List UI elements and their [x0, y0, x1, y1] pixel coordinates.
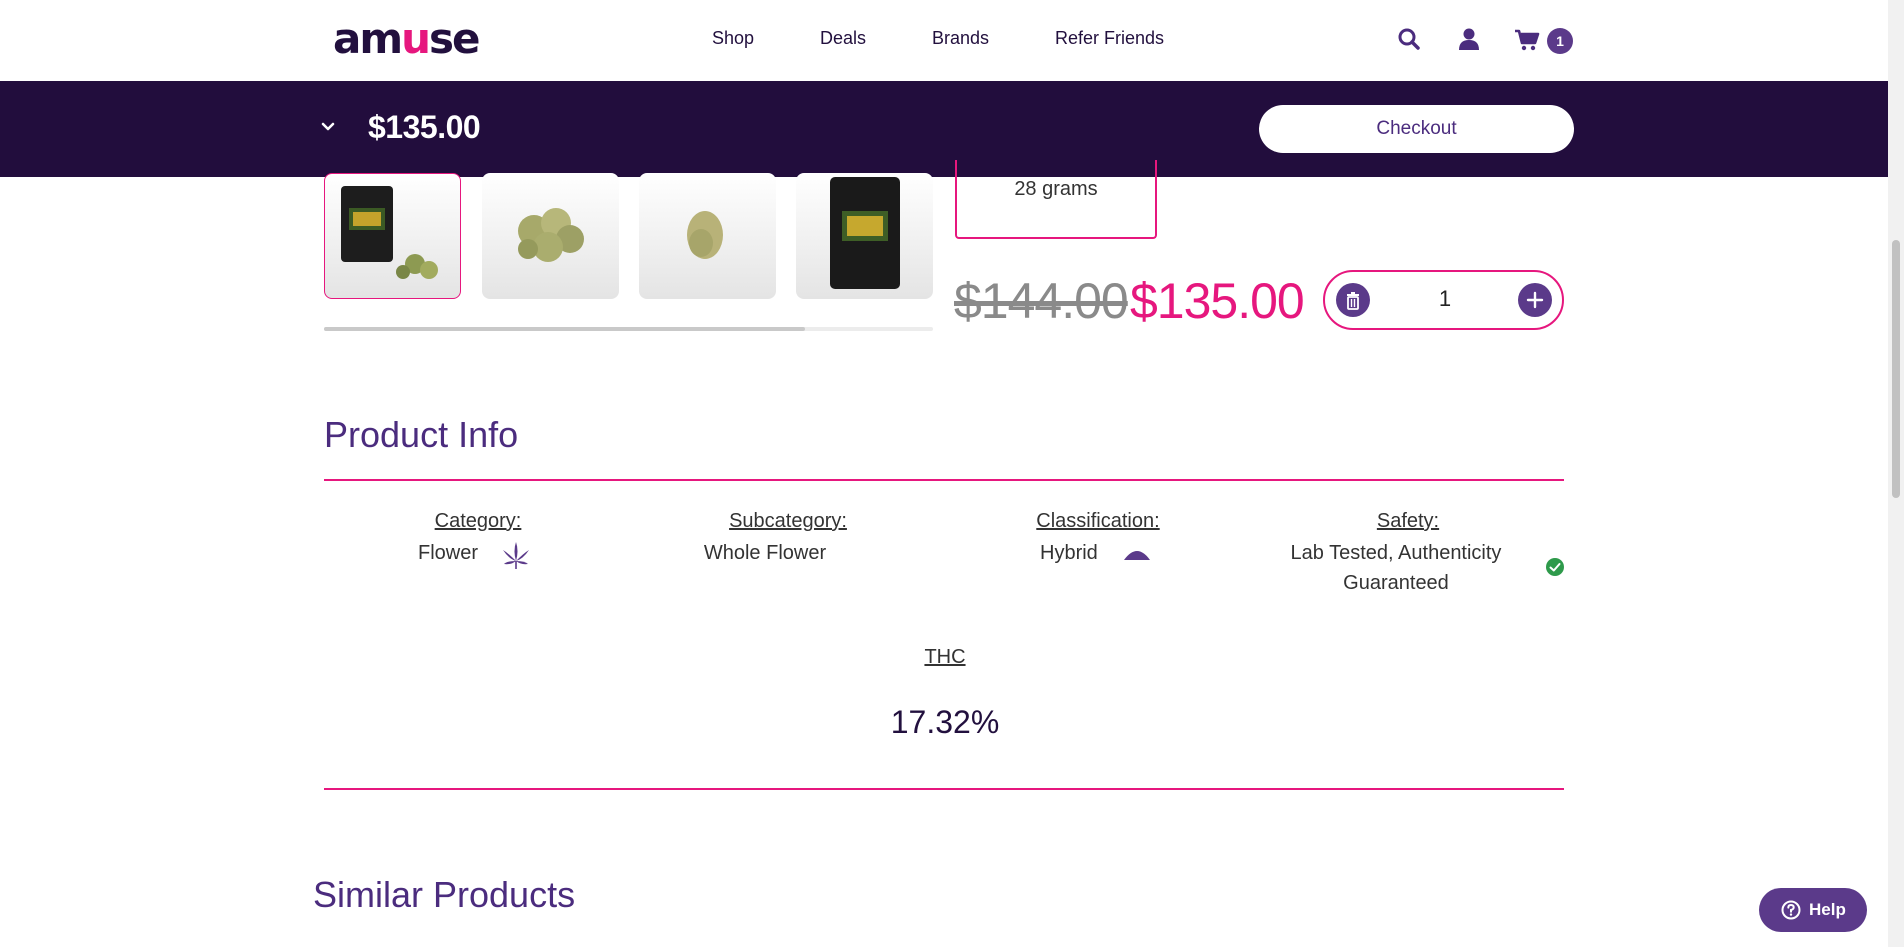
page-scrollbar-thumb[interactable]: [1892, 240, 1900, 498]
logo-text-2: u: [401, 14, 431, 63]
classification-label: Classification:: [1036, 510, 1160, 532]
product-info-divider-bottom: [324, 788, 1564, 790]
safety-value-line-2: Guaranteed: [1343, 572, 1449, 594]
nav-shop[interactable]: Shop: [712, 28, 754, 49]
subcategory-label: Subcategory:: [729, 510, 847, 532]
category-value: Flower: [418, 542, 479, 564]
cart-count-badge[interactable]: 1: [1547, 28, 1573, 54]
logo-text-3: se: [429, 14, 481, 63]
help-button[interactable]: Help: [1759, 888, 1867, 932]
chevron-down-icon[interactable]: [320, 119, 336, 135]
safety-label: Safety:: [1376, 510, 1440, 532]
thc-value: 17.32%: [890, 704, 1000, 740]
classification-value: Hybrid: [1040, 542, 1098, 564]
product-info-title: Product Info: [324, 414, 519, 455]
plus-icon[interactable]: [1518, 283, 1552, 317]
subcategory-value: Whole Flower: [703, 542, 827, 564]
page-scrollbar[interactable]: [1888, 0, 1904, 947]
thc-label: THC: [924, 646, 966, 668]
help-label: Help: [1809, 900, 1846, 919]
safety-value-line-1: Lab Tested, Authenticity: [1290, 542, 1502, 564]
nav-refer-friends[interactable]: Refer Friends: [1055, 28, 1164, 49]
nav-brands[interactable]: Brands: [932, 28, 989, 49]
user-icon[interactable]: [1456, 26, 1482, 52]
weight-option-selected[interactable]: 28 grams: [955, 160, 1157, 239]
cart-total: $135.00: [368, 109, 481, 145]
cannabis-leaf-icon: [500, 539, 532, 571]
nav-deals[interactable]: Deals: [820, 28, 866, 49]
logo-text-1: am: [333, 14, 403, 63]
check-circle-icon: [1546, 558, 1564, 576]
product-info-divider-top: [324, 479, 1564, 481]
hybrid-icon: [1122, 546, 1152, 562]
quantity-value[interactable]: 1: [1425, 286, 1465, 312]
thumbnail-package-back[interactable]: [796, 173, 933, 299]
question-circle-icon: [1781, 900, 1801, 920]
thumbnail-flower-buds[interactable]: [482, 173, 619, 299]
category-label: Category:: [434, 510, 522, 532]
site-header: amuse Shop Deals Brands Refer Friends 1: [0, 0, 1888, 81]
gallery-scrollbar-thumb[interactable]: [324, 327, 806, 331]
cart-icon[interactable]: [1514, 26, 1540, 52]
cart-summary-bar: $135.00 Checkout: [0, 81, 1888, 177]
search-icon[interactable]: [1396, 26, 1422, 52]
trash-icon[interactable]: [1336, 283, 1370, 317]
thumbnail-single-bud[interactable]: [639, 173, 776, 299]
gallery-scrollbar[interactable]: [324, 327, 933, 331]
page: amuse Shop Deals Brands Refer Friends 1 …: [0, 0, 1904, 947]
quantity-stepper: 1: [1323, 270, 1564, 330]
thumbnail-package-front[interactable]: [324, 173, 461, 299]
checkout-button[interactable]: Checkout: [1259, 105, 1574, 153]
amuse-logo[interactable]: amuse: [333, 18, 481, 60]
similar-products-title: Similar Products: [313, 874, 576, 915]
sale-price: $135.00: [1130, 273, 1305, 329]
original-price: $144.00: [954, 273, 1129, 329]
